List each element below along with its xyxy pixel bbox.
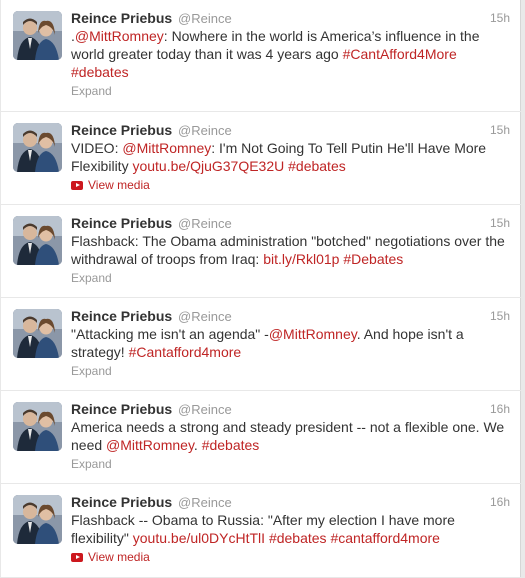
tweet-text: America needs a strong and steady presid… xyxy=(71,418,513,454)
tweet-timestamp[interactable]: 15h xyxy=(490,121,510,139)
account-username[interactable]: @Reince xyxy=(178,402,232,417)
tweet-item[interactable]: Reince Priebus @Reince 15h VIDEO: @MittRom… xyxy=(1,112,521,205)
tweet-header: Reince Priebus @Reince xyxy=(71,214,511,232)
account-fullname[interactable]: Reince Priebus xyxy=(71,494,172,510)
view-media-link[interactable]: View media xyxy=(71,549,150,565)
mention-link[interactable]: @MittRomney xyxy=(269,326,357,342)
mention-link[interactable]: @MittRomney xyxy=(122,140,211,156)
scrollbar[interactable] xyxy=(521,0,525,578)
tweet-item[interactable]: Reince Priebus @Reince 16h America needs a… xyxy=(1,391,521,484)
action-label: Expand xyxy=(71,84,112,98)
avatar[interactable] xyxy=(13,402,62,451)
tweet-text: .@MittRomney: Nowhere in the world is Am… xyxy=(71,27,513,81)
account-fullname[interactable]: Reince Priebus xyxy=(71,215,172,231)
tweet-header: Reince Priebus @Reince xyxy=(71,400,511,418)
tweet-item[interactable]: Reince Priebus @Reince 15h Flashback: The … xyxy=(1,205,521,298)
action-label: Expand xyxy=(71,457,112,471)
avatar[interactable] xyxy=(13,309,62,358)
tweet-text-segment: . xyxy=(193,437,202,453)
tweet-text: VIDEO: @MittRomney: I'm Not Going To Tel… xyxy=(71,139,513,175)
action-label: View media xyxy=(88,550,150,564)
tweet-text-segment: "Attacking me isn't an agenda" - xyxy=(71,326,269,342)
hashtag-link[interactable]: #Debates xyxy=(343,251,403,267)
action-label: Expand xyxy=(71,271,112,285)
account-fullname[interactable]: Reince Priebus xyxy=(71,10,172,26)
avatar[interactable] xyxy=(13,11,62,60)
tweet-timestamp[interactable]: 15h xyxy=(490,9,510,27)
action-label: Expand xyxy=(71,364,112,378)
tweet-item[interactable]: Reince Priebus @Reince 15h "Attacking me i… xyxy=(1,298,521,391)
account-fullname[interactable]: Reince Priebus xyxy=(71,122,172,138)
hashtag-link[interactable]: #debates xyxy=(269,530,327,546)
expand-link[interactable]: Expand xyxy=(71,270,112,286)
url-link[interactable]: bit.ly/Rkl01p xyxy=(263,251,339,267)
account-username[interactable]: @Reince xyxy=(178,309,232,324)
tweet-timestamp[interactable]: 16h xyxy=(490,493,510,511)
account-fullname[interactable]: Reince Priebus xyxy=(71,401,172,417)
account-fullname[interactable]: Reince Priebus xyxy=(71,308,172,324)
youtube-icon xyxy=(71,552,83,562)
hashtag-link[interactable]: #debates xyxy=(202,437,260,453)
tweet-item[interactable]: Reince Priebus @Reince 16h Flashback -- Ob… xyxy=(1,484,521,578)
view-media-link[interactable]: View media xyxy=(71,177,150,193)
expand-link[interactable]: Expand xyxy=(71,363,112,379)
tweet-text: Flashback: The Obama administration "bot… xyxy=(71,232,513,268)
hashtag-link[interactable]: #debates xyxy=(71,64,129,80)
action-label: View media xyxy=(88,178,150,192)
account-username[interactable]: @Reince xyxy=(178,216,232,231)
tweet-header: Reince Priebus @Reince xyxy=(71,307,511,325)
youtube-icon xyxy=(71,180,83,190)
expand-link[interactable]: Expand xyxy=(71,83,112,99)
expand-link[interactable]: Expand xyxy=(71,456,112,472)
account-username[interactable]: @Reince xyxy=(178,123,232,138)
avatar[interactable] xyxy=(13,123,62,172)
hashtag-link[interactable]: #CantAfford4More xyxy=(343,46,457,62)
hashtag-link[interactable]: #cantafford4more xyxy=(330,530,439,546)
hashtag-link[interactable]: #debates xyxy=(288,158,346,174)
tweet-header: Reince Priebus @Reince xyxy=(71,121,511,139)
url-link[interactable]: youtu.be/ul0DYcHtTlI xyxy=(133,530,265,546)
account-username[interactable]: @Reince xyxy=(178,11,232,26)
tweet-text-segment: VIDEO: xyxy=(71,140,123,156)
avatar[interactable] xyxy=(13,216,62,265)
url-link[interactable]: youtu.be/QjuG37QE32U xyxy=(132,158,284,174)
tweet-header: Reince Priebus @Reince xyxy=(71,493,511,511)
mention-link[interactable]: @MittRomney xyxy=(106,437,194,453)
tweet-item[interactable]: Reince Priebus @Reince 15h .@MittRomney: N… xyxy=(1,0,521,112)
tweet-timestamp[interactable]: 16h xyxy=(490,400,510,418)
tweet-timestamp[interactable]: 15h xyxy=(490,307,510,325)
tweet-text: Flashback -- Obama to Russia: "After my … xyxy=(71,511,513,547)
mention-link[interactable]: @MittRomney xyxy=(75,28,164,44)
tweet-timeline: Reince Priebus @Reince 15h .@MittRomney: N… xyxy=(0,0,521,578)
tweet-text: "Attacking me isn't an agenda" -@MittRom… xyxy=(71,325,513,361)
avatar[interactable] xyxy=(13,495,62,544)
tweet-header: Reince Priebus @Reince xyxy=(71,9,511,27)
tweet-timestamp[interactable]: 15h xyxy=(490,214,510,232)
hashtag-link[interactable]: #Cantafford4more xyxy=(129,344,242,360)
account-username[interactable]: @Reince xyxy=(178,495,232,510)
